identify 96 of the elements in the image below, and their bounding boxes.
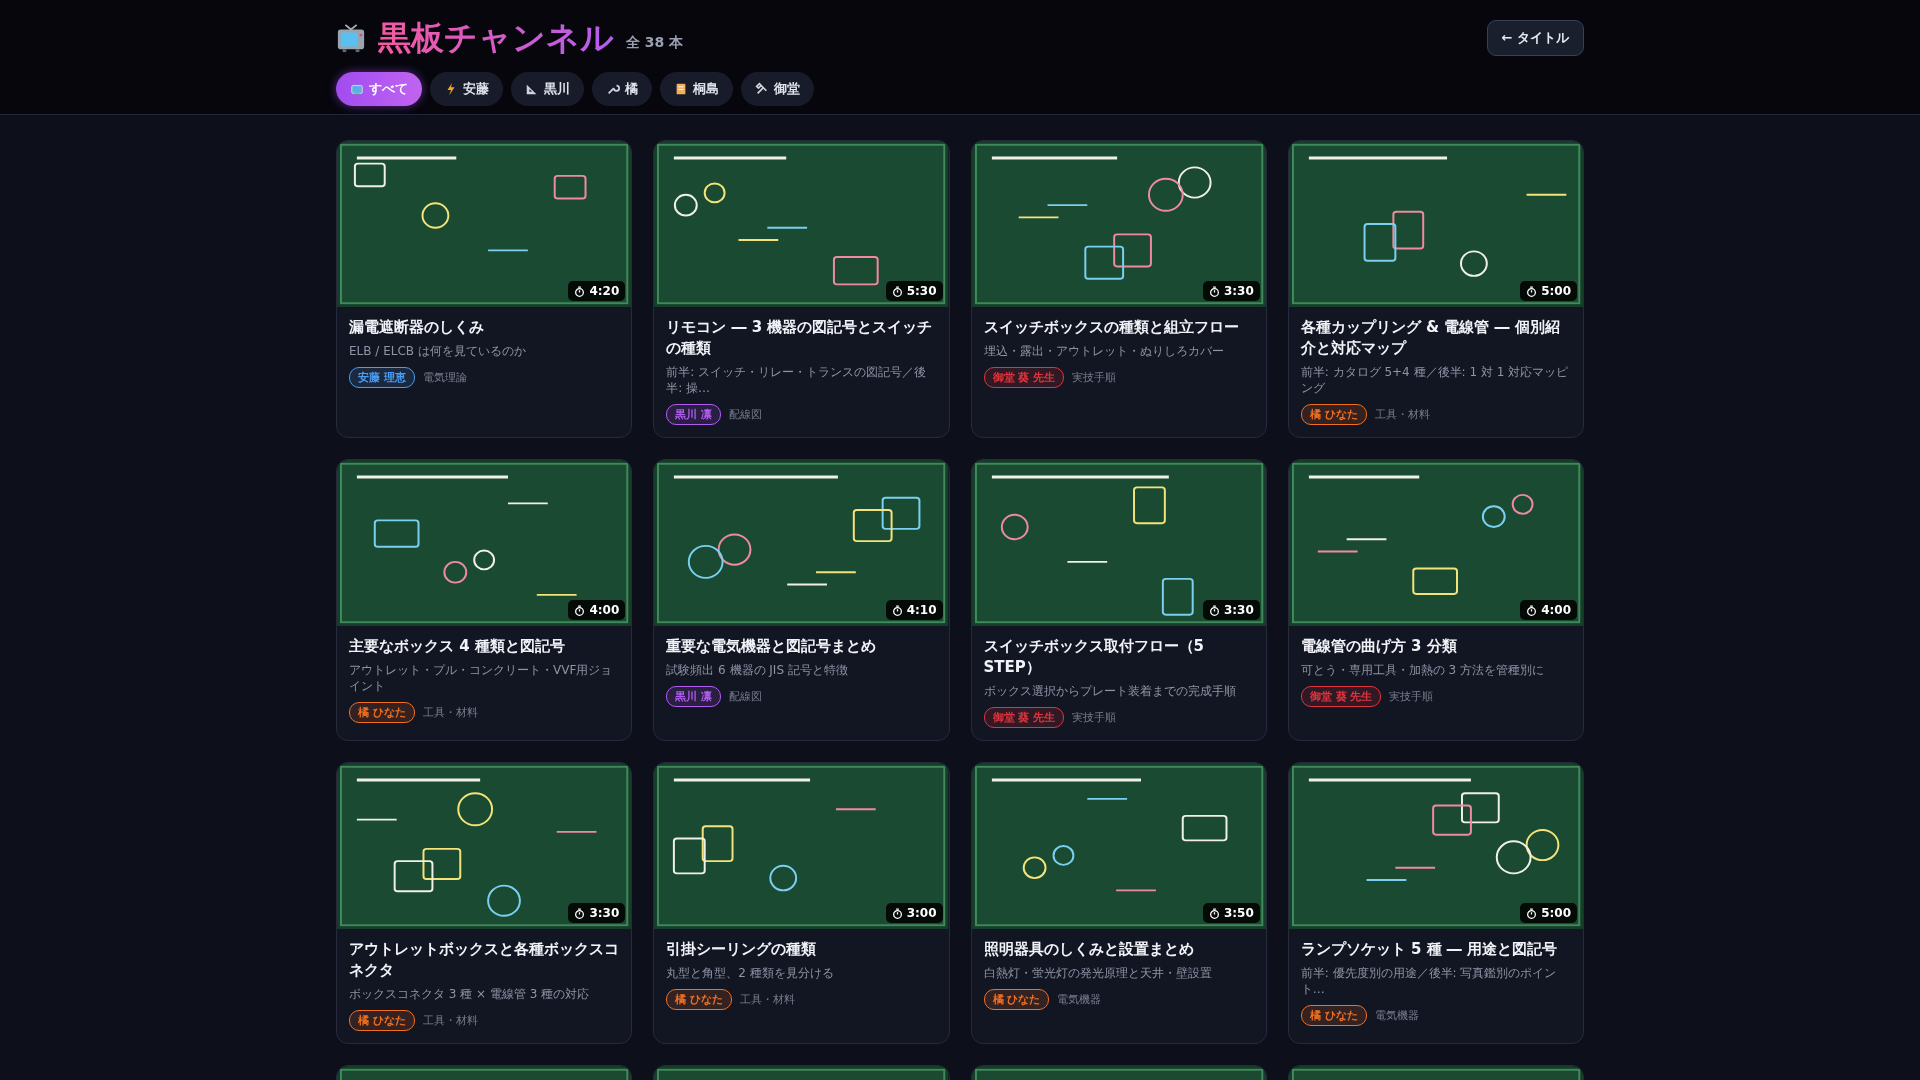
video-subtitle: 埋込・露出・アウトレット・ぬりしろカバー bbox=[983, 343, 1225, 359]
author-tag: 御堂 葵 先生 bbox=[1300, 686, 1382, 707]
duration-badge: 3:30 bbox=[1202, 281, 1260, 301]
category-label: 工具・材料 bbox=[740, 992, 796, 1007]
author-tag: 橘 ひなた bbox=[666, 989, 733, 1010]
stopwatch-icon bbox=[1208, 604, 1220, 616]
author-tag: 橘 ひなた bbox=[983, 989, 1050, 1010]
video-subtitle: アウトレット・プル・コンクリート・VVF用ジョイント bbox=[349, 662, 614, 694]
video-subtitle: 丸型と角型、2 種類を見分ける bbox=[666, 965, 835, 981]
category-label: 電気機器 bbox=[1374, 1008, 1419, 1023]
video-subtitle: 前半: スイッチ・リレー・トランスの図記号／後半: 操… bbox=[666, 364, 928, 396]
stopwatch-icon bbox=[891, 604, 903, 616]
author-tag: 御堂 葵 先生 bbox=[983, 367, 1065, 388]
author-tag: 橘 ひなた bbox=[1300, 404, 1367, 425]
video-subtitle: 前半: カタログ 5+4 種／後半: 1 対 1 対応マッピング bbox=[1300, 364, 1570, 396]
video-count: 全 38 本 bbox=[626, 34, 684, 52]
video-subtitle: ボックスコネクタ 3 種 × 電線管 3 種の対応 bbox=[349, 986, 591, 1002]
video-card[interactable]: 5:00 ランプソケット 5 種 ― 用途と図記号 前半: 優先度別の用途／後半: 写真鑑別のポイント… 橘 ひなた 電気機器 bbox=[1287, 762, 1584, 1044]
category-label: 配線図 bbox=[729, 407, 763, 422]
filter-chip[interactable]: すべて bbox=[336, 72, 422, 106]
duration-badge: 3:30 bbox=[1202, 600, 1260, 620]
stopwatch-icon bbox=[891, 285, 903, 297]
category-label: 電気理論 bbox=[422, 370, 467, 385]
stopwatch-icon bbox=[574, 285, 586, 297]
video-card[interactable]: 4:00 主要なボックス 4 種類と図記号 アウトレット・プル・コンクリート・VVF用ジョイント 橘 ひなた 工具・材料 bbox=[336, 459, 633, 741]
video-subtitle: 前半: 優先度別の用途／後半: 写真鑑別のポイント… bbox=[1300, 965, 1558, 997]
video-title: 漏電遮断器のしくみ bbox=[349, 317, 485, 338]
video-card[interactable]: 3:00 引掛シーリングの種類 丸型と角型、2 種類を見分ける 橘 ひなた 工具・材料 bbox=[653, 762, 950, 1044]
stopwatch-icon bbox=[574, 604, 586, 616]
tv-icon bbox=[336, 23, 366, 53]
stopwatch-icon bbox=[1208, 285, 1220, 297]
category-label: 工具・材料 bbox=[1374, 407, 1430, 422]
video-subtitle: 可とう・専用工具・加熱の 3 方法を管種別に bbox=[1300, 662, 1545, 678]
duration-badge: 4:20 bbox=[568, 281, 626, 301]
video-subtitle: 白熱灯・蛍光灯の発光原理と天井・壁設置 bbox=[983, 965, 1213, 981]
category-label: 電気機器 bbox=[1057, 992, 1102, 1007]
author-tag: 安藤 理恵 bbox=[349, 367, 415, 388]
back-to-title-button[interactable]: ← タイトル bbox=[1486, 20, 1584, 56]
duration-badge: 5:00 bbox=[1520, 281, 1577, 301]
video-card[interactable]: 3:30 スイッチボックスの種類と組立フロー 埋込・露出・アウトレット・ぬりしろカバー 御堂 葵 先生 実技手順 bbox=[970, 140, 1267, 438]
triangle-ruler-icon bbox=[525, 82, 539, 96]
tv-icon bbox=[350, 82, 364, 96]
video-card[interactable]: 4:00 電線管の曲げ方 3 分類 可とう・専用工具・加熱の 3 方法を管種別に 御堂 葵 先生 実技手順 bbox=[1287, 459, 1584, 741]
filter-chip[interactable]: 御堂 bbox=[741, 72, 814, 106]
author-tag: 橘 ひなた bbox=[349, 702, 415, 723]
video-title: 電線管の曲げ方 3 分類 bbox=[1300, 636, 1458, 657]
filter-chip[interactable]: 安藤 bbox=[430, 72, 503, 106]
stopwatch-icon bbox=[1526, 604, 1538, 616]
category-label: 工具・材料 bbox=[422, 1013, 478, 1028]
filter-chip[interactable]: 桐島 bbox=[660, 72, 733, 106]
duration-badge: 3:30 bbox=[568, 903, 626, 923]
duration-badge: 4:10 bbox=[885, 600, 943, 620]
duration-badge: 5:30 bbox=[885, 281, 943, 301]
category-label: 配線図 bbox=[729, 689, 763, 704]
video-card[interactable]: 4:20 漏電遮断器のしくみ ELB / ELCB は何を見ているのか 安藤 理恵 電気理論 bbox=[336, 140, 633, 438]
video-card[interactable]: 5:30 リモコン ― 3 機器の図記号とスイッチの種類 前半: スイッチ・リレー・トランスの図記号／後半: 操… 黒川 凛 配線図 bbox=[653, 140, 950, 438]
video-card[interactable]: 3:30 スイッチボックス取付フロー（5 STEP） ボックス選択からプレート装着までの完成手順 御堂 葵 先生 実技手順 bbox=[970, 459, 1267, 741]
video-title: アウトレットボックスと各種ボックスコネクタ bbox=[349, 939, 620, 981]
stopwatch-icon bbox=[1526, 285, 1538, 297]
stopwatch-icon bbox=[574, 907, 586, 919]
video-subtitle: 試験頻出 6 機器の JIS 記号と特徴 bbox=[666, 662, 849, 678]
video-title: 照明器具のしくみと設置まとめ bbox=[983, 939, 1195, 960]
category-label: 実技手順 bbox=[1072, 710, 1117, 725]
author-tag: 御堂 葵 先生 bbox=[983, 707, 1065, 728]
filter-chip[interactable]: 黒川 bbox=[511, 72, 584, 106]
stopwatch-icon bbox=[1526, 907, 1538, 919]
video-title: 各種カップリング & 電線管 ― 個別紹介と対応マップ bbox=[1300, 317, 1561, 359]
clipboard-icon bbox=[674, 82, 688, 96]
category-label: 実技手順 bbox=[1072, 370, 1117, 385]
video-title: スイッチボックス取付フロー（5 STEP） bbox=[983, 636, 1205, 678]
duration-badge: 4:00 bbox=[568, 600, 626, 620]
stopwatch-icon bbox=[1208, 907, 1220, 919]
duration-badge: 3:00 bbox=[885, 903, 943, 923]
stopwatch-icon bbox=[891, 907, 903, 919]
video-card[interactable]: 3:30 アウトレットボックスと各種ボックスコネクタ ボックスコネクタ 3 種 × 電線管 3 種の対応 橘 ひなた 工具・材料 bbox=[336, 762, 633, 1044]
category-label: 工具・材料 bbox=[422, 705, 478, 720]
video-card[interactable]: 4:10 重要な電気機器と図記号まとめ 試験頻出 6 機器の JIS 記号と特徴 黒川 凛 配線図 bbox=[653, 459, 950, 741]
video-title: 主要なボックス 4 種類と図記号 bbox=[349, 636, 566, 657]
author-tag: 橘 ひなた bbox=[1300, 1005, 1367, 1026]
video-title: リモコン ― 3 機器の図記号とスイッチの種類 bbox=[666, 317, 934, 359]
author-tag: 黒川 凛 bbox=[666, 404, 722, 425]
video-card[interactable]: 5:00 各種カップリング & 電線管 ― 個別紹介と対応マップ 前半: カタログ 5+4 種／後半: 1 対 1 対応マッピング 橘 ひなた 工具・材料 bbox=[1287, 140, 1584, 438]
author-tag: 橘 ひなた bbox=[349, 1010, 415, 1031]
filter-chip[interactable]: 橘 bbox=[592, 72, 652, 106]
video-subtitle: ボックス選択からプレート装着までの完成手順 bbox=[983, 683, 1237, 699]
video-title: スイッチボックスの種類と組立フロー bbox=[983, 317, 1240, 338]
duration-badge: 3:50 bbox=[1202, 903, 1260, 923]
category-label: 実技手順 bbox=[1389, 689, 1434, 704]
author-tag: 黒川 凛 bbox=[666, 686, 722, 707]
video-title: ランプソケット 5 種 ― 用途と図記号 bbox=[1300, 939, 1559, 960]
duration-badge: 5:00 bbox=[1520, 903, 1577, 923]
video-subtitle: ELB / ELCB は何を見ているのか bbox=[349, 343, 527, 359]
video-card[interactable]: 3:50 照明器具のしくみと設置まとめ 白熱灯・蛍光灯の発光原理と天井・壁設置 橘 ひなた 電気機器 bbox=[970, 762, 1267, 1044]
video-title: 重要な電気機器と図記号まとめ bbox=[666, 636, 878, 657]
duration-badge: 4:00 bbox=[1520, 600, 1577, 620]
video-title: 引掛シーリングの種類 bbox=[666, 939, 818, 960]
